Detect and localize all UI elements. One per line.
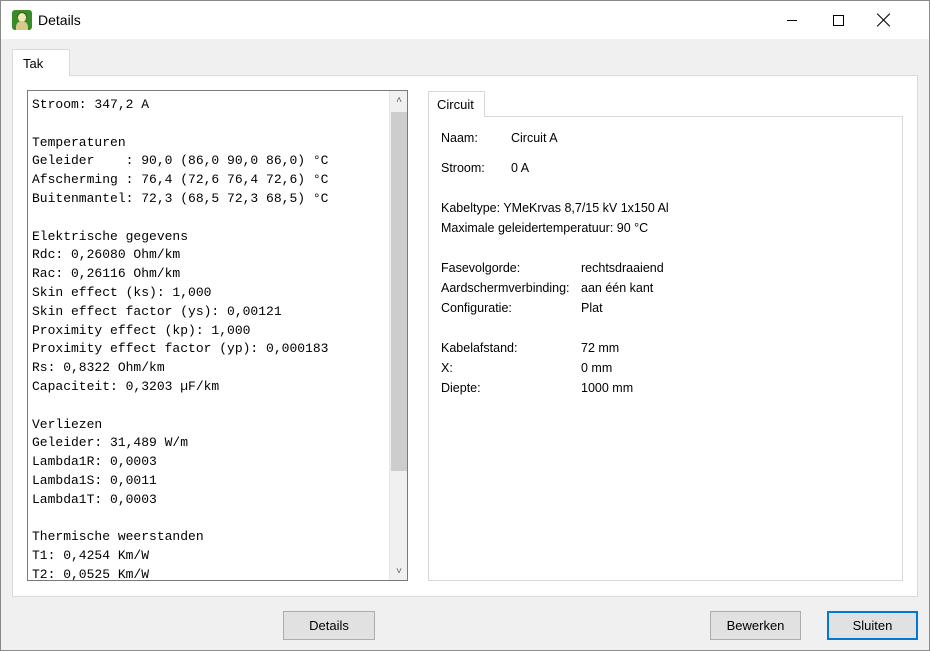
maximize-icon: [832, 14, 844, 26]
scroll-thumb[interactable]: [391, 112, 407, 471]
tab-tak-label: Tak: [23, 56, 44, 71]
scroll-up-button[interactable]: ˄: [390, 91, 407, 109]
fasevolgorde-value: rechtsdraaiend: [581, 261, 664, 275]
maximize-button[interactable]: [815, 1, 861, 39]
app-icon: [12, 10, 32, 30]
minimize-button[interactable]: [769, 1, 815, 39]
scroll-down-button[interactable]: ˅: [390, 562, 407, 580]
vertical-scrollbar[interactable]: ˄ ˅: [389, 91, 407, 580]
tab-tak[interactable]: Tak: [12, 49, 70, 76]
tab-circuit-label: Circuit: [437, 97, 474, 112]
x-label: X:: [441, 361, 453, 375]
chevron-up-icon: ˄: [396, 94, 402, 106]
naam-label: Naam:: [441, 131, 478, 145]
configuratie-value: Plat: [581, 301, 603, 315]
fasevolgorde-label: Fasevolgorde:: [441, 261, 521, 275]
tab-circuit[interactable]: Circuit: [428, 91, 485, 117]
details-textbox[interactable]: Stroom: 347,2 A Temperaturen Geleider : …: [27, 90, 408, 581]
edit-button[interactable]: Bewerken: [710, 611, 801, 640]
max-temp-text: Maximale geleidertemperatuur: 90 °C: [441, 221, 649, 235]
diepte-value: 1000 mm: [581, 381, 634, 395]
details-text: Stroom: 347,2 A Temperaturen Geleider : …: [32, 97, 329, 581]
stroom-value: 0 A: [511, 161, 530, 175]
configuratie-label: Configuratie:: [441, 301, 512, 315]
kabeltype-text: Kabeltype: YMeKrvas 8,7/15 kV 1x150 Al: [441, 201, 669, 215]
kabelafstand-label: Kabelafstand:: [441, 341, 518, 355]
x-value: 0 mm: [581, 361, 613, 375]
title-bar[interactable]: Details: [1, 1, 929, 39]
diepte-label: Diepte:: [441, 381, 481, 395]
minimize-icon: [787, 19, 797, 21]
details-window: Details Tak Stroom: 347,2 A Temperaturen…: [0, 0, 930, 651]
close-dialog-button[interactable]: Sluiten: [827, 611, 918, 640]
close-button[interactable]: [861, 1, 907, 39]
aardscherm-label: Aardschermverbinding:: [441, 281, 570, 295]
window-title: Details: [38, 12, 81, 28]
close-icon: [877, 13, 891, 27]
stroom-label: Stroom:: [441, 161, 485, 175]
naam-value: Circuit A: [511, 131, 558, 145]
chevron-down-icon: ˅: [396, 565, 402, 577]
details-button[interactable]: Details: [283, 611, 375, 640]
aardscherm-value: aan één kant: [581, 281, 654, 295]
kabelafstand-value: 72 mm: [581, 341, 620, 355]
